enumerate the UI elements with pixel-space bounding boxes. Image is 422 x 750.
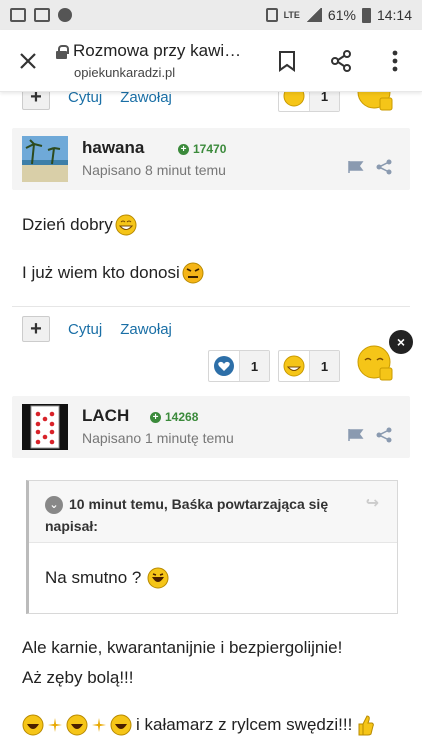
quote-link[interactable]: Cytuj xyxy=(68,321,102,338)
thumbs-up-emoji-icon[interactable] xyxy=(356,344,396,384)
divider xyxy=(12,306,410,307)
signal-icon xyxy=(305,8,322,22)
post-text: Aż zęby bolą!!! xyxy=(22,668,134,687)
battery-icon xyxy=(361,7,371,23)
laugh-emoji-icon xyxy=(110,714,132,736)
browser-toolbar: Rozmowa przy kawi… opiekunkaradzi.pl xyxy=(0,30,422,92)
reaction-grin[interactable]: 1 xyxy=(278,350,340,382)
author-bar: hawana + 17470 Napisano 8 minut temu xyxy=(12,128,410,190)
laugh-emoji-icon xyxy=(22,714,44,736)
clock: 14:14 xyxy=(376,7,412,23)
share-icon[interactable] xyxy=(376,427,392,443)
post-actions: + Cytuj Zawołaj xyxy=(22,316,172,342)
close-reactions-button[interactable]: × xyxy=(389,330,413,354)
angry-emoji-icon xyxy=(182,262,204,284)
address-area[interactable]: Rozmowa przy kawi… opiekunkaradzi.pl xyxy=(56,41,260,80)
phone-icon xyxy=(58,8,72,22)
author-name[interactable]: LACH xyxy=(82,406,129,426)
flag-icon[interactable] xyxy=(348,429,364,441)
multiquote-button[interactable]: + xyxy=(22,316,50,342)
reaction-count: 1 xyxy=(239,351,269,381)
flag-icon[interactable] xyxy=(348,161,364,173)
chevron-down-icon[interactable]: ⌄ xyxy=(45,496,63,515)
grin-emoji-icon xyxy=(115,214,137,236)
reputation-value: 17470 xyxy=(193,142,227,156)
laugh-emoji-icon xyxy=(66,714,88,736)
heart-icon xyxy=(214,356,234,376)
thumbs-up-emoji-icon xyxy=(358,715,375,736)
reputation-value: 14268 xyxy=(165,410,199,424)
sparkle-icon xyxy=(48,718,62,732)
status-bar: LTE 61% 14:14 xyxy=(0,0,422,30)
bookmark-button[interactable] xyxy=(260,30,314,92)
reaction-count: 1 xyxy=(309,351,339,381)
more-vert-icon xyxy=(392,50,398,71)
post-time[interactable]: Napisano 1 minutę temu xyxy=(82,430,234,446)
go-to-quote-icon[interactable]: ↪ xyxy=(366,493,379,515)
bookmark-icon xyxy=(279,50,295,72)
close-tab-button[interactable] xyxy=(0,30,56,92)
reaction-heart[interactable]: 1 xyxy=(208,350,270,382)
lock-icon xyxy=(56,44,69,59)
page-url: opiekunkaradzi.pl xyxy=(74,65,176,80)
post-time[interactable]: Napisano 8 minut temu xyxy=(82,162,226,178)
alarm-icon xyxy=(265,8,278,22)
share-button[interactable] xyxy=(314,30,368,92)
author-bar: LACH + 14268 Napisano 1 minutę temu xyxy=(12,396,410,458)
quote-citation: 10 minut temu, Baśka powtarzająca się na… xyxy=(45,496,329,534)
sparkle-icon xyxy=(92,718,106,732)
quote-header: ⌄ 10 minut temu, Baśka powtarzająca się n… xyxy=(29,481,397,543)
gallery-icon xyxy=(34,8,50,22)
reputation-badge: + 17470 xyxy=(178,142,226,156)
reputation-icon: + xyxy=(150,411,161,423)
page-title: Rozmowa przy kawi… xyxy=(73,41,242,60)
post-text: I już wiem kto donosi xyxy=(22,263,180,282)
quote-text: Na smutno ? xyxy=(45,568,142,587)
post-text: Dzień dobry xyxy=(22,215,113,234)
close-icon xyxy=(20,52,36,69)
image-icon xyxy=(10,8,26,22)
laugh-emoji-icon xyxy=(147,567,169,589)
share-icon[interactable] xyxy=(376,159,392,175)
post-line: Dzień dobry xyxy=(22,214,137,236)
post-text: i kałamarz z rylcem swędzi!!! xyxy=(136,715,353,734)
grin-emoji-icon xyxy=(283,355,305,377)
share-icon xyxy=(331,49,351,72)
quote-block: ⌄ 10 minut temu, Baśka powtarzająca się n… xyxy=(26,480,398,614)
post-line: i kałamarz z rylcem swędzi!!! xyxy=(22,714,375,736)
avatar[interactable] xyxy=(22,136,68,182)
more-menu-button[interactable] xyxy=(368,30,422,92)
network-type: LTE xyxy=(283,9,300,20)
post-line: Ale karnie, kwarantanijnie i bezpiergoli… xyxy=(22,638,342,658)
mention-link[interactable]: Zawołaj xyxy=(120,321,172,338)
avatar[interactable] xyxy=(22,404,68,450)
post-line: Aż zęby bolą!!! xyxy=(22,668,134,688)
battery-percent: 61% xyxy=(327,7,356,23)
post-line: I już wiem kto donosi xyxy=(22,262,204,284)
author-name[interactable]: hawana xyxy=(82,138,144,158)
reputation-badge: + 14268 xyxy=(150,410,198,424)
reputation-icon: + xyxy=(178,143,189,155)
quote-body: Na smutno ? xyxy=(29,543,397,613)
post-text: Ale karnie, kwarantanijnie i bezpiergoli… xyxy=(22,638,343,657)
